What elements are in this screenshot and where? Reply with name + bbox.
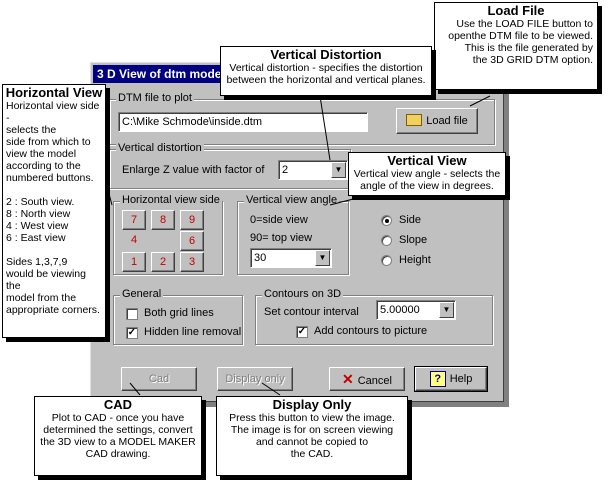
vertical-view-callout-title: Vertical View — [387, 153, 467, 168]
display-only-callout-title: Display Only — [272, 397, 352, 412]
vertical-view-callout: Vertical View Vertical view angle - sele… — [348, 152, 506, 196]
display-only-callout: Display Only Press this button to view t… — [216, 396, 408, 476]
load-file-callout: Load File Use the LOAD FILE button to op… — [434, 2, 598, 90]
horizontal-view-callout-title: Horizontal View — [5, 85, 103, 100]
vertical-distortion-callout-title: Vertical Distortion — [270, 47, 382, 62]
horizontal-view-callout-text: Horizontal view side - selects the side … — [6, 100, 100, 316]
load-file-callout-title: Load File — [487, 3, 545, 18]
display-only-callout-text: Press this button to view the image. The… — [229, 412, 395, 460]
cad-callout: CAD Plot to CAD - once you have determin… — [34, 396, 202, 476]
cad-callout-text: Plot to CAD - once you have determined t… — [40, 412, 196, 460]
vertical-distortion-callout: Vertical Distortion Vertical distortion … — [220, 46, 432, 96]
vertical-distortion-callout-text: Vertical distortion - specifies the dist… — [226, 62, 426, 86]
vertical-view-callout-text: Vertical view angle - selects the angle … — [353, 168, 501, 192]
cad-callout-title: CAD — [103, 397, 133, 412]
load-file-callout-text: Use the LOAD FILE button to openthe DTM … — [448, 18, 593, 66]
horizontal-view-callout: Horizontal View Horizontal view side - s… — [2, 84, 106, 338]
